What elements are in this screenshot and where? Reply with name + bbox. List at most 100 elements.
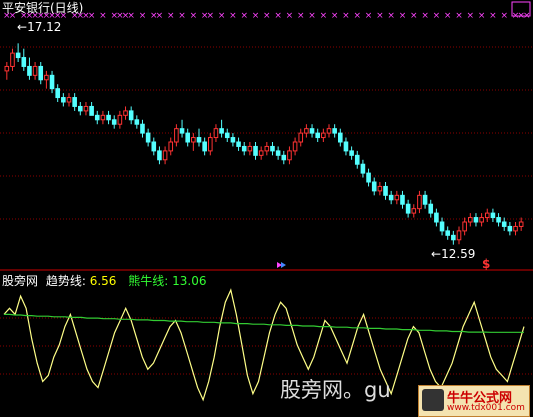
high-price-label: ←17.12 xyxy=(17,20,62,34)
candle-body xyxy=(456,230,462,241)
watermark-text: 股旁网。gu xyxy=(280,378,391,402)
candle-body xyxy=(202,141,207,152)
candle-body xyxy=(309,128,315,134)
candle-body xyxy=(354,154,360,165)
candle-body xyxy=(411,208,417,214)
candle-body xyxy=(185,132,190,143)
candle-body xyxy=(191,137,196,143)
trend-line-label: 趋势线: xyxy=(45,274,86,288)
candle-body xyxy=(44,74,49,81)
dollar-sign-icon: $ xyxy=(482,257,491,271)
brand-url: www.tdx001.com xyxy=(447,403,525,413)
candle-body xyxy=(490,212,496,219)
candle-body xyxy=(123,110,128,116)
candle-body xyxy=(417,194,422,210)
candle-body xyxy=(224,132,230,139)
candle-body xyxy=(168,141,174,152)
signal-marker: × xyxy=(353,11,361,21)
candle-body xyxy=(287,150,292,161)
candle-body xyxy=(270,145,275,152)
candle-body xyxy=(479,217,484,223)
signal-marker: × xyxy=(178,11,186,21)
candle-body xyxy=(377,185,383,192)
candlestick-series xyxy=(4,43,524,245)
candle-body xyxy=(292,141,298,152)
signal-marker: × xyxy=(286,11,294,21)
candle-body xyxy=(439,221,445,232)
candle-body xyxy=(388,194,394,201)
candle-body xyxy=(128,110,134,121)
candle-body xyxy=(213,128,219,139)
candle-body xyxy=(100,114,106,121)
candle-body xyxy=(518,221,524,227)
signal-marker: × xyxy=(240,11,248,21)
candle-body xyxy=(394,194,400,201)
signal-marker: × xyxy=(421,11,429,21)
candle-body xyxy=(21,57,27,67)
candle-body xyxy=(247,145,253,152)
candle-body xyxy=(72,97,77,107)
candle-body xyxy=(32,65,38,76)
candle-body xyxy=(366,172,371,183)
candle-body xyxy=(332,128,337,134)
candle-body xyxy=(445,230,450,236)
bull-bear-line-label: 熊牛线: xyxy=(128,274,169,288)
low-price-value: 12.59 xyxy=(441,247,476,261)
candle-body xyxy=(315,132,320,139)
trend-line-value: 6.56 xyxy=(89,274,117,288)
signal-marker: × xyxy=(331,11,339,21)
candle-body xyxy=(281,154,287,161)
candle-body xyxy=(117,114,123,125)
candle-body xyxy=(111,119,117,125)
signal-marker: × xyxy=(190,11,198,21)
candle-body xyxy=(349,150,354,156)
candle-body xyxy=(428,203,434,214)
candle-body xyxy=(468,217,473,223)
candle-body xyxy=(10,52,15,67)
bull-bear-line-value: 13.06 xyxy=(172,274,207,288)
candle-body xyxy=(298,132,304,143)
candle-body xyxy=(496,217,501,223)
candle-body xyxy=(15,52,21,59)
candle-body xyxy=(230,137,236,143)
candle-body xyxy=(507,225,513,232)
signal-marker: × xyxy=(156,11,164,21)
signal-marker: × xyxy=(88,11,96,21)
candle-body xyxy=(343,141,349,152)
chart-title: 平安银行(日线) xyxy=(2,1,84,15)
low-price-label: ←12.59 xyxy=(431,247,476,261)
candle-body xyxy=(275,150,281,156)
high-price-value: 17.12 xyxy=(27,20,62,34)
signal-marker: × xyxy=(376,11,384,21)
candle-body xyxy=(253,145,258,156)
signal-marker: × xyxy=(489,11,497,21)
candle-body xyxy=(264,145,270,152)
indicator-name: 股旁网 xyxy=(2,274,39,288)
current-candle-marker xyxy=(277,262,286,268)
candle-body xyxy=(49,74,55,90)
ox-icon xyxy=(422,389,444,411)
signal-marker: × xyxy=(252,11,260,21)
signal-marker: × xyxy=(229,11,237,21)
stock-chart: ×× ×××××××× ×××× × ×××× × ×× × × × ×× × × × × × × × × × × × × ×… xyxy=(0,1,533,402)
brand-logo: 牛牛公式网 www.tdx001.com xyxy=(418,385,530,417)
signal-marker: × xyxy=(444,11,452,21)
trend-line xyxy=(3,288,525,402)
candle-body xyxy=(89,105,94,116)
candle-body xyxy=(196,137,202,143)
candle-body xyxy=(360,163,366,174)
candle-body xyxy=(208,137,213,152)
signal-marker: × xyxy=(127,11,135,21)
candle-body xyxy=(405,203,411,214)
candle-body xyxy=(501,221,507,227)
candle-body xyxy=(66,97,72,103)
candle-body xyxy=(422,194,428,205)
indicator-legend: 股旁网 趋势线: 6.56 熊牛线: 13.06 xyxy=(2,274,207,288)
candle-body xyxy=(241,145,247,152)
signal-marker: × xyxy=(218,11,226,21)
bull-bear-line xyxy=(4,313,524,333)
candle-body xyxy=(513,225,518,232)
candle-body xyxy=(462,221,467,232)
candle-body xyxy=(400,194,405,205)
candle-body xyxy=(258,150,264,156)
